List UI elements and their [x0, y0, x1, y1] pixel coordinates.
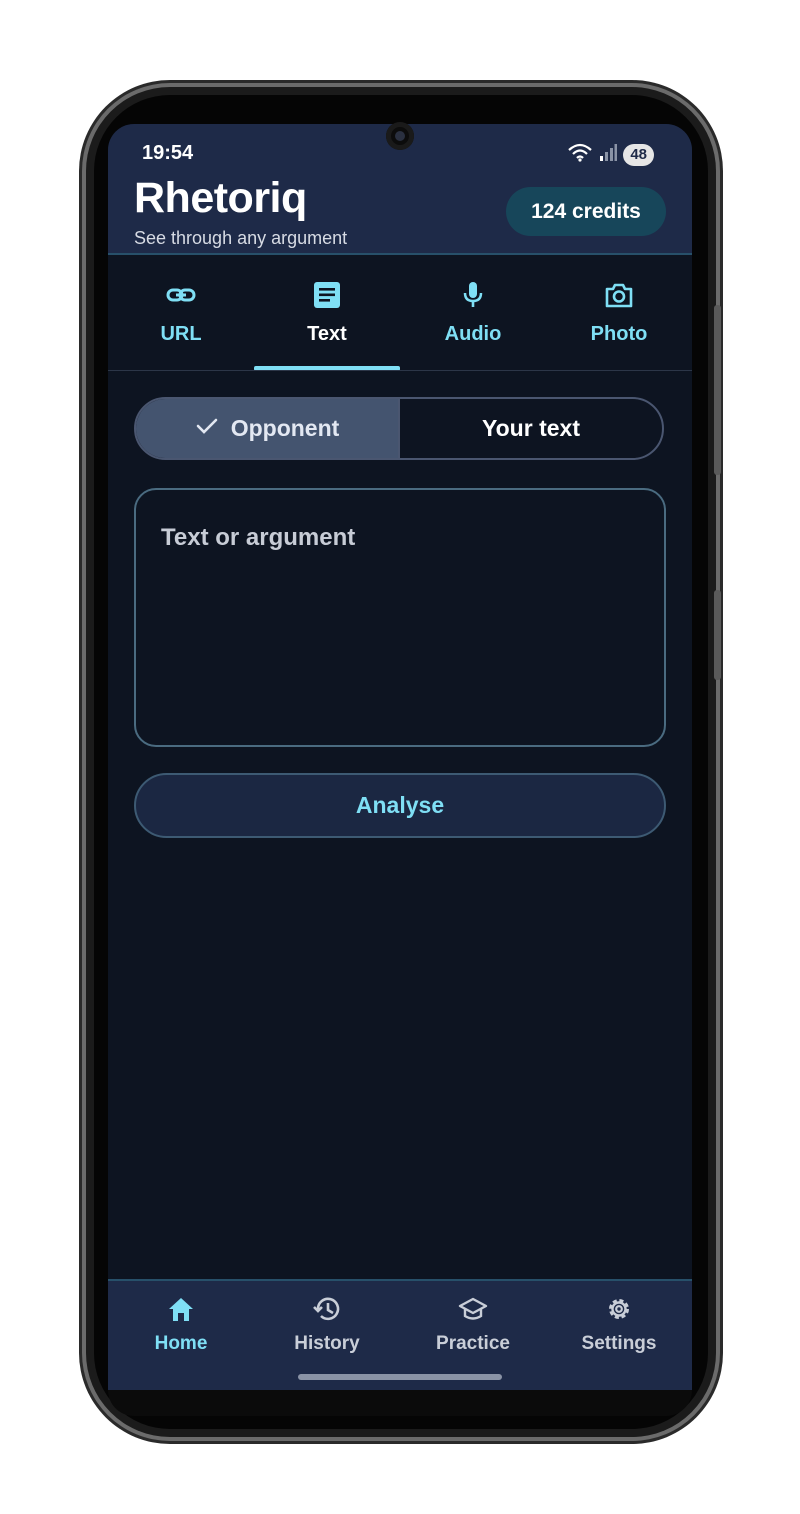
home-icon [165, 1293, 197, 1325]
nav-settings[interactable]: Settings [546, 1281, 692, 1381]
toggle-opponent[interactable]: Opponent [136, 399, 400, 458]
app-subtitle: See through any argument [134, 228, 348, 248]
nav-label: Home [154, 1333, 208, 1354]
app-title: Rhetoriq [134, 174, 307, 222]
tab-photo[interactable]: Photo [546, 255, 692, 370]
source-toggle: Opponent Your text [134, 397, 664, 460]
nav-label: Practice [436, 1333, 510, 1354]
toggle-label: Your text [482, 415, 580, 441]
nav-home[interactable]: Home [108, 1281, 254, 1381]
check-icon [195, 414, 219, 444]
nav-label: History [294, 1333, 360, 1354]
nav-history[interactable]: History [254, 1281, 400, 1381]
tab-audio[interactable]: Audio [400, 255, 546, 370]
signal-icon [599, 143, 618, 166]
volume-button [714, 590, 721, 680]
text-input-placeholder: Text or argument [161, 524, 356, 551]
camera-icon [603, 279, 635, 311]
tab-label: Text [307, 323, 347, 345]
nav-practice[interactable]: Practice [400, 1281, 546, 1381]
tabs-divider [108, 370, 692, 371]
front-camera [386, 122, 414, 150]
gear-icon [603, 1293, 635, 1325]
wifi-icon [567, 142, 593, 167]
history-icon [311, 1293, 343, 1325]
tab-label: Photo [590, 323, 648, 345]
toggle-your-text[interactable]: Your text [400, 399, 662, 458]
nav-label: Settings [581, 1333, 657, 1354]
power-button [714, 305, 721, 475]
tab-label: URL [160, 323, 202, 345]
graduation-cap-icon [457, 1293, 489, 1325]
microphone-icon [457, 279, 489, 311]
status-icons: 48 [567, 142, 654, 167]
toggle-label: Opponent [230, 415, 340, 441]
tab-label: Audio [444, 323, 502, 345]
status-time: 19:54 [142, 142, 194, 164]
document-icon [311, 279, 343, 311]
screen-bottom-bezel [108, 1390, 692, 1416]
bottom-nav-items: Home History Practice Settings [108, 1281, 692, 1381]
argument-text-input[interactable]: Text or argument [134, 488, 666, 747]
analyse-button[interactable]: Analyse [134, 773, 666, 838]
app-screen: 19:54 48 Rhetoriq See through any argume… [108, 124, 692, 1390]
gesture-bar[interactable] [298, 1374, 502, 1380]
credits-badge[interactable]: 124 credits [506, 187, 666, 236]
tab-text[interactable]: Text [254, 255, 400, 370]
tab-url[interactable]: URL [108, 255, 254, 370]
battery-indicator: 48 [623, 143, 654, 166]
input-type-tabs: URL Text Audio Photo [108, 255, 692, 370]
link-icon [165, 279, 197, 311]
